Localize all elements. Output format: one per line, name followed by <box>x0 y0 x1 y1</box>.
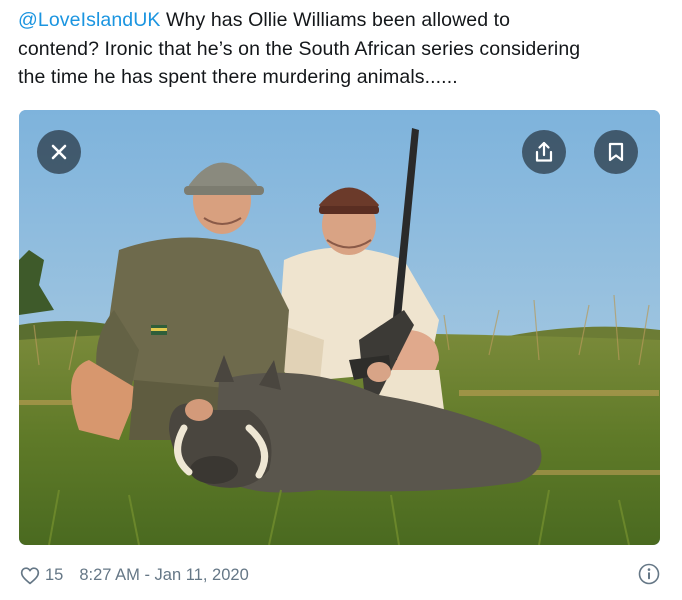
heart-icon <box>20 566 40 584</box>
tweet-media[interactable] <box>19 110 660 545</box>
info-icon[interactable] <box>638 563 660 585</box>
share-button[interactable] <box>522 130 566 174</box>
like-count: 15 <box>45 565 64 584</box>
tweet-footer: 15 8:27 AM - Jan 11, 2020 <box>20 562 662 588</box>
tweet-text-line3: the time he has spent there murdering an… <box>18 66 458 88</box>
share-icon <box>535 141 553 162</box>
close-icon <box>51 144 67 160</box>
tweet-text-line2: contend? Ironic that he’s on the South A… <box>18 37 581 60</box>
bookmark-icon <box>608 142 624 162</box>
bookmark-button[interactable] <box>594 130 638 174</box>
tweet-card: @LoveIslandUK Why has Ollie Williams bee… <box>0 0 682 600</box>
media-photo <box>19 110 660 545</box>
tweet-text-line1: Why has Ollie Williams been allowed to <box>160 9 511 31</box>
mention-link[interactable]: @LoveIslandUK <box>18 9 161 31</box>
like-button[interactable] <box>20 566 40 585</box>
tweet-timestamp[interactable]: 8:27 AM - Jan 11, 2020 <box>79 566 248 585</box>
close-button[interactable] <box>37 130 81 174</box>
tweet-text: @LoveIslandUK Why has Ollie Williams bee… <box>18 6 668 92</box>
